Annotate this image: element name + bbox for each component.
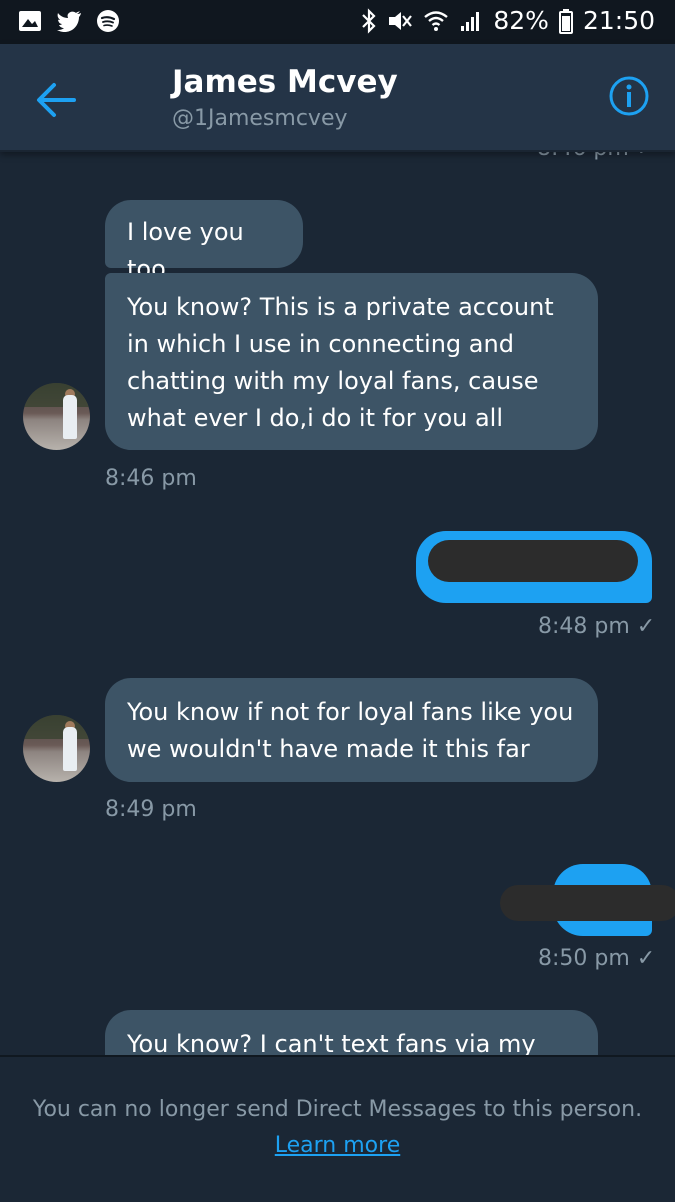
battery-icon [558, 8, 573, 34]
wifi-icon [424, 10, 449, 31]
avatar[interactable] [23, 715, 90, 782]
battery-percent: 82% [493, 6, 549, 35]
bluetooth-icon [362, 7, 376, 34]
status-bar: 82% 21:50 [0, 0, 675, 44]
signal-icon [461, 11, 480, 31]
spotify-icon [97, 10, 119, 32]
message-time: 8:49 pm [105, 797, 197, 822]
message-time: 8:46 pm [105, 466, 197, 491]
status-left-icons [18, 9, 120, 33]
message-list[interactable]: 8:46 pm ✓ I love you too You know? This … [0, 150, 675, 1055]
info-button[interactable] [609, 76, 649, 116]
avatar[interactable] [23, 383, 90, 450]
back-arrow-icon [37, 83, 76, 117]
received-message[interactable]: You know? I can't text fans via my [105, 1010, 598, 1055]
mute-icon [389, 11, 413, 30]
contact-name[interactable]: James Mcvey [172, 64, 398, 100]
received-message[interactable]: You know if not for loyal fans like you … [105, 678, 598, 782]
dm-disabled-footer: You can no longer send Direct Messages t… [0, 1055, 675, 1202]
status-right: 82% 21:50 [361, 6, 655, 35]
contact-handle: @1Jamesmcvey [172, 106, 348, 131]
clock: 21:50 [582, 6, 655, 35]
info-icon [609, 76, 649, 116]
message-time: 8:48 pm ✓ [538, 614, 656, 639]
message-time: 8:50 pm ✓ [538, 946, 656, 971]
received-message[interactable]: You know? This is a private account in w… [105, 273, 598, 450]
conversation-header: James Mcvey @1Jamesmcvey [0, 44, 675, 152]
learn-more-link[interactable]: Learn more [0, 1133, 675, 1158]
gallery-icon [19, 11, 41, 31]
back-button[interactable] [34, 80, 78, 120]
redaction-mark [428, 540, 638, 582]
redaction-mark [500, 885, 675, 921]
dm-disabled-message: You can no longer send Direct Messages t… [32, 1097, 643, 1122]
received-message[interactable]: I love you too [105, 200, 303, 283]
twitter-icon [57, 11, 81, 32]
